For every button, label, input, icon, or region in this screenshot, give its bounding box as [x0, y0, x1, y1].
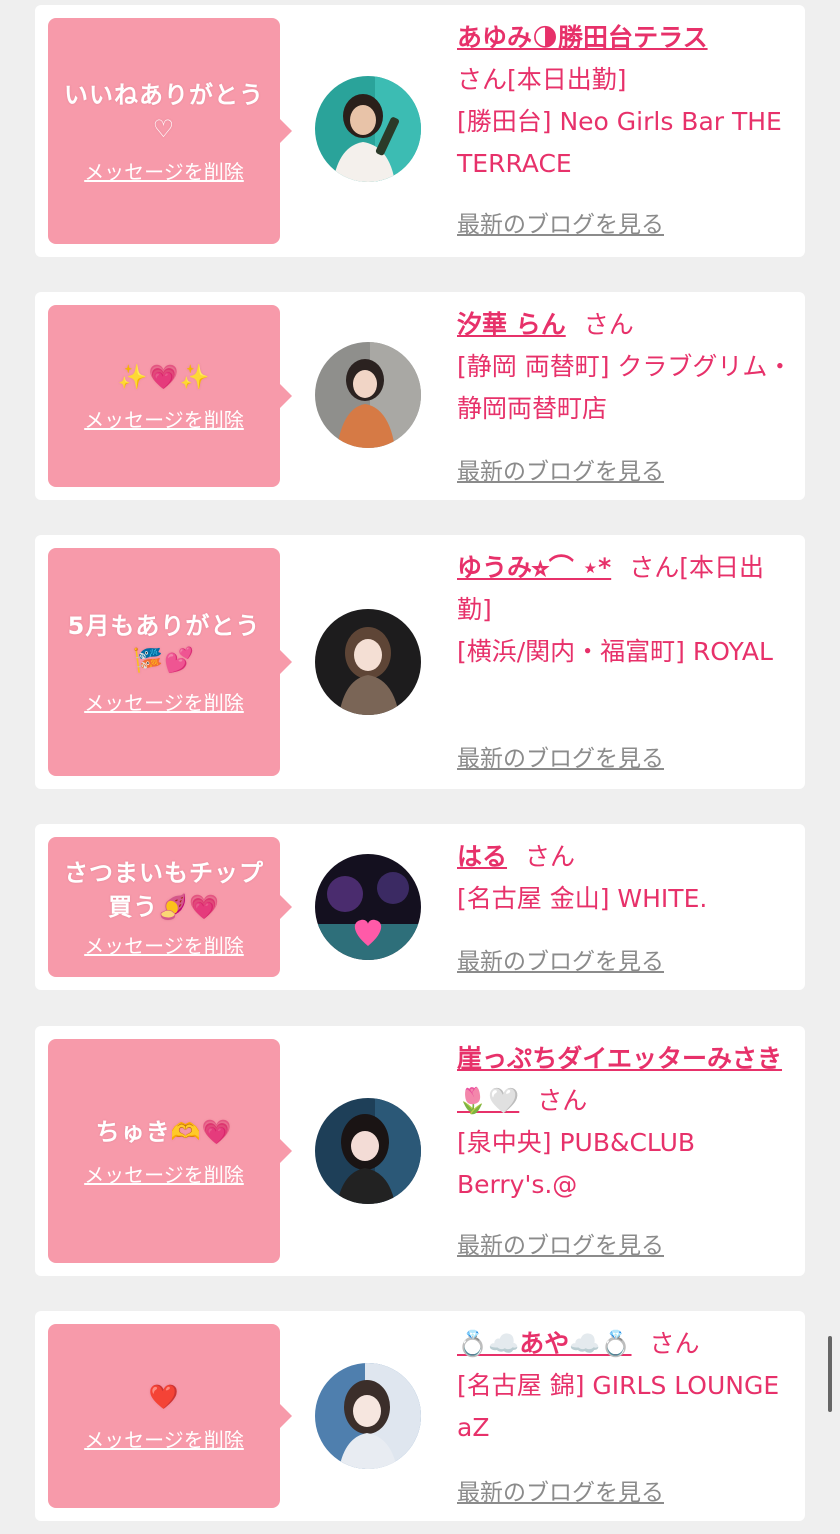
san-suffix: さん: [525, 842, 576, 871]
avatar-photo: [315, 1098, 421, 1204]
status-tag: [本日出勤]: [507, 65, 627, 94]
avatar-photo: [315, 1363, 421, 1469]
sender-info: はる さん [名古屋 金山] WHITE.: [457, 836, 797, 920]
avatar[interactable]: [315, 342, 421, 448]
message-text: ✨💗✨: [117, 362, 211, 391]
avatar-photo: [315, 76, 421, 182]
san-suffix: さん: [629, 553, 680, 582]
latest-blog-link[interactable]: 最新のブログを見る: [457, 942, 664, 976]
san-suffix: さん: [583, 310, 634, 339]
san-suffix: さん: [537, 1086, 588, 1115]
sender-name-link[interactable]: はる: [457, 842, 507, 871]
latest-blog-link[interactable]: 最新のブログを見る: [457, 1226, 664, 1260]
shop-name: [静岡 両替町] クラブグリム・静岡両替町店: [457, 352, 793, 423]
message-text: 5月もありがとう🎏💕: [67, 611, 261, 674]
message-bubble: ✨💗✨ メッセージを削除: [48, 305, 292, 487]
sender-name-link[interactable]: ゆうみ⭐︎⌒ ⋆*: [457, 553, 611, 582]
san-suffix: さん: [457, 65, 508, 94]
message-bubble: いいねありがとう♡ メッセージを削除: [48, 18, 292, 244]
avatar[interactable]: [315, 1363, 421, 1469]
latest-blog-link[interactable]: 最新のブログを見る: [457, 1473, 664, 1507]
shop-name: [泉中央] PUB&CLUB Berry's.@: [457, 1128, 696, 1199]
sender-info: あゆみ🌗勝田台テラス さん[本日出勤] [勝田台] Neo Girls Bar …: [457, 17, 797, 185]
delete-message-link[interactable]: メッセージを削除: [84, 404, 244, 433]
delete-message-link[interactable]: メッセージを削除: [84, 930, 244, 959]
message-card: さつまいもチップ買う🍠💗 メッセージを削除 はる さん [名古屋 金山] WHIT…: [35, 824, 805, 990]
avatar-photo: [315, 342, 421, 448]
delete-message-link[interactable]: メッセージを削除: [84, 1159, 244, 1188]
shop-name: [名古屋 錦] GIRLS LOUNGE aZ: [457, 1371, 780, 1442]
delete-message-link[interactable]: メッセージを削除: [84, 1424, 244, 1453]
message-bubble: さつまいもチップ買う🍠💗 メッセージを削除: [48, 837, 292, 977]
sender-info: 💍☁️あや☁️💍 さん [名古屋 錦] GIRLS LOUNGE aZ: [457, 1323, 797, 1449]
sender-info: 崖っぷちダイエッターみさき🌷🤍 さん [泉中央] PUB&CLUB Berry's…: [457, 1038, 797, 1206]
latest-blog-link[interactable]: 最新のブログを見る: [457, 452, 664, 486]
avatar[interactable]: [315, 854, 421, 960]
message-card: いいねありがとう♡ メッセージを削除 あゆみ🌗勝田台テラス さん[本日出勤] […: [35, 5, 805, 257]
message-bubble: ❤️ メッセージを削除: [48, 1324, 292, 1508]
message-text: いいねありがとう♡: [64, 80, 264, 143]
message-text: さつまいもチップ買う🍠💗: [64, 858, 264, 921]
message-card: ❤️ メッセージを削除 💍☁️あや☁️💍 さん [名古屋 錦] GIRLS LOU…: [35, 1311, 805, 1521]
sender-name-link[interactable]: あゆみ🌗勝田台テラス: [457, 23, 708, 52]
message-bubble: ちゅき🫶💗 メッセージを削除: [48, 1039, 292, 1263]
message-card: ちゅき🫶💗 メッセージを削除 崖っぷちダイエッターみさき🌷🤍 さん [泉中央] P…: [35, 1026, 805, 1276]
sender-info: 汐華 らん さん [静岡 両替町] クラブグリム・静岡両替町店: [457, 304, 797, 430]
avatar-photo: [315, 609, 421, 715]
avatar-photo: [315, 854, 421, 960]
sender-info: ゆうみ⭐︎⌒ ⋆* さん[本日出勤] [横浜/関内・福富町] ROYAL: [457, 547, 797, 673]
message-text: ❤️: [148, 1382, 180, 1411]
avatar[interactable]: [315, 76, 421, 182]
avatar[interactable]: [315, 1098, 421, 1204]
shop-name: [名古屋 金山] WHITE.: [457, 884, 708, 913]
delete-message-link[interactable]: メッセージを削除: [84, 687, 244, 716]
san-suffix: さん: [649, 1329, 700, 1358]
message-card: 5月もありがとう🎏💕 メッセージを削除 ゆうみ⭐︎⌒ ⋆* さん[本日出勤] [横…: [35, 535, 805, 789]
latest-blog-link[interactable]: 最新のブログを見る: [457, 739, 664, 773]
latest-blog-link[interactable]: 最新のブログを見る: [457, 205, 664, 239]
shop-name: [勝田台] Neo Girls Bar THE TERRACE: [457, 107, 782, 178]
message-text: ちゅき🫶💗: [95, 1117, 233, 1146]
message-bubble: 5月もありがとう🎏💕 メッセージを削除: [48, 548, 292, 776]
sender-name-link[interactable]: 💍☁️あや☁️💍: [457, 1329, 632, 1358]
sender-name-link[interactable]: 崖っぷちダイエッターみさき🌷🤍: [457, 1044, 782, 1115]
scrollbar[interactable]: [828, 1336, 832, 1412]
shop-name: [横浜/関内・福富町] ROYAL: [457, 637, 773, 666]
sender-name-link[interactable]: 汐華 らん: [457, 310, 566, 339]
delete-message-link[interactable]: メッセージを削除: [84, 156, 244, 185]
avatar[interactable]: [315, 609, 421, 715]
message-card: ✨💗✨ メッセージを削除 汐華 らん さん [静岡 両替町] クラブグリム・静岡両…: [35, 292, 805, 500]
